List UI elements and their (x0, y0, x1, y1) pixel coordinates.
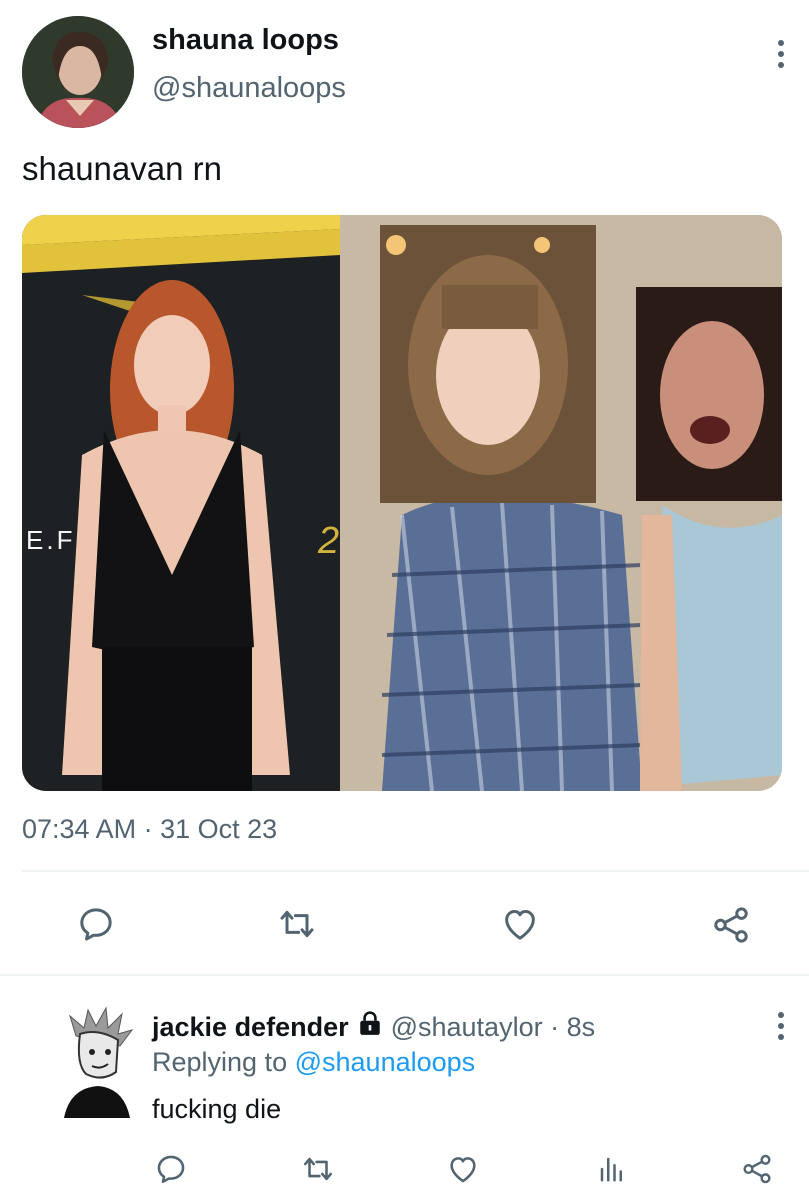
more-options-icon[interactable] (777, 40, 785, 68)
retweet-icon (280, 910, 314, 938)
reply-avatar-image (58, 1006, 138, 1118)
replying-to-line: Replying to @shaunaloops (152, 1047, 475, 1078)
reply-header: jackie defender @shautaylor · 8s (152, 1011, 595, 1044)
reply-handle-time[interactable]: @shautaylor · 8s (391, 1012, 596, 1043)
views-icon (600, 1157, 622, 1182)
lock-icon (357, 1011, 383, 1044)
tweet-timestamp[interactable]: 07:34 AM · 31 Oct 23 (22, 814, 277, 845)
reply-text: fucking die (152, 1094, 282, 1124)
divider (0, 974, 809, 976)
like-button[interactable] (499, 904, 541, 944)
reply-more-options-icon[interactable] (777, 1012, 785, 1040)
author-handle[interactable]: @shaunaloops (152, 72, 346, 105)
meme-collage-image (22, 215, 782, 791)
like-icon (505, 910, 535, 940)
reply-reply-button[interactable] (154, 1152, 188, 1186)
replying-prefix: Replying to (152, 1047, 288, 1077)
share-button[interactable] (710, 904, 752, 946)
reply-icon (80, 908, 112, 941)
reply-retweet-button[interactable] (300, 1152, 336, 1186)
share-icon (743, 1154, 771, 1184)
retweet-icon (303, 1157, 333, 1181)
retweet-button[interactable] (276, 904, 318, 944)
reply-button[interactable] (76, 904, 116, 944)
reply-like-button[interactable] (445, 1152, 481, 1186)
like-icon (450, 1157, 476, 1183)
author-display-name[interactable]: shauna loops (152, 24, 339, 57)
reply-author-avatar[interactable] (58, 1006, 138, 1118)
reply-views-button[interactable] (597, 1154, 627, 1184)
share-icon (714, 907, 748, 943)
replying-to-handle[interactable]: @shaunaloops (295, 1047, 476, 1077)
reply-display-name[interactable]: jackie defender (152, 1012, 349, 1043)
reply-icon (157, 1155, 185, 1184)
divider (22, 870, 809, 872)
poster-text-left: E.F (26, 525, 76, 555)
reply-share-button[interactable] (740, 1152, 774, 1186)
author-avatar[interactable] (22, 16, 134, 128)
tweet-media[interactable]: E.F 2 (22, 215, 782, 791)
author-avatar-image (22, 16, 134, 128)
poster-text-right: 2 (318, 520, 340, 562)
tweet-text: shaunavan rn (22, 150, 222, 187)
